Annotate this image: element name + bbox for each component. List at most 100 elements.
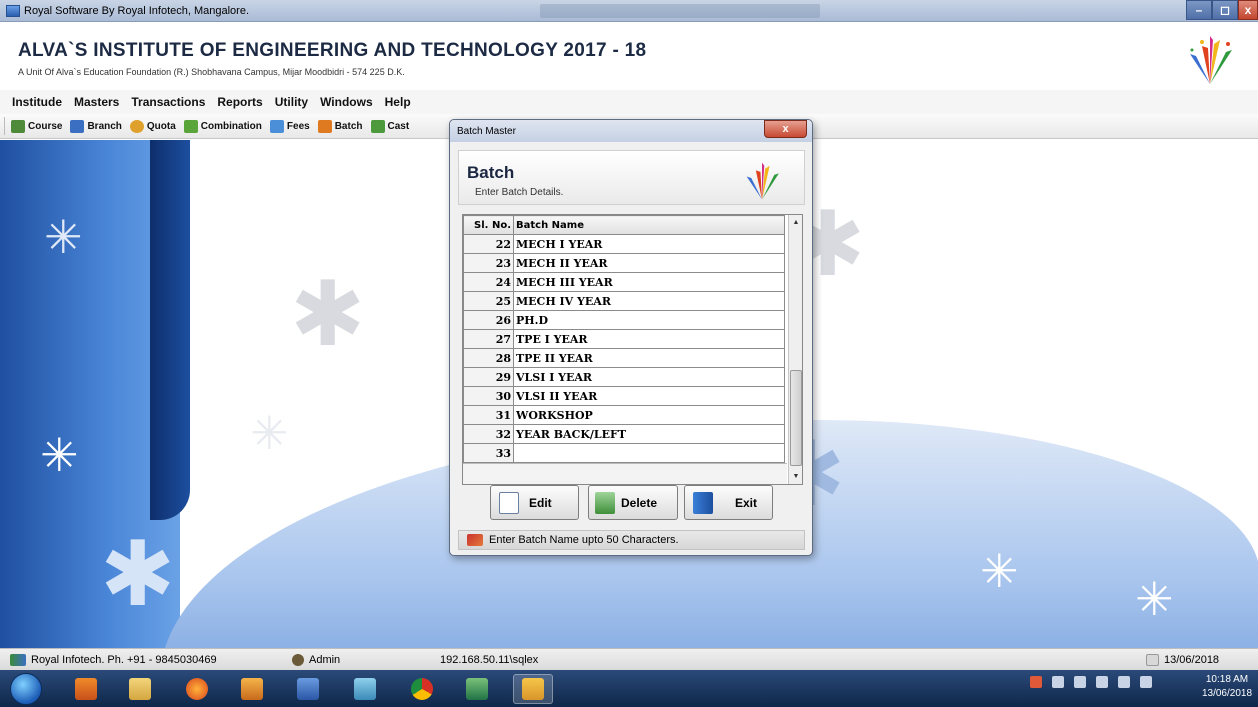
taskbar-home[interactable] [232,674,272,704]
toolbar-cast-button[interactable]: Cast [370,119,410,133]
tray-volume-icon[interactable] [1074,676,1086,688]
toolbar-combination-button[interactable]: Combination [183,119,262,133]
batch-name-cell[interactable]: WORKSHOP [513,405,785,425]
chrome-icon [411,678,433,700]
column-header-sl-no[interactable]: Sl. No. [463,215,514,235]
taskbar-chrome[interactable] [402,674,442,704]
minimize-button[interactable]: – [1186,0,1212,20]
dialog-header: Batch Enter Batch Details. [458,150,805,205]
background-sparkle: ✳ [250,407,289,459]
tray-alert-icon[interactable] [1030,676,1042,688]
media-player-icon [75,678,97,700]
taskbar-media-player[interactable] [66,674,106,704]
fireworks-logo-icon [1190,36,1232,84]
exit-button[interactable]: Exit [684,485,773,520]
batch-name-cell[interactable]: PH.D [513,310,785,330]
batch-name-cell[interactable]: YEAR BACK/LEFT [513,424,785,444]
taskbar-firefox[interactable] [177,674,217,704]
grid-vertical-scrollbar[interactable]: ▲ ▼ [788,215,802,484]
tray-network-icon[interactable] [1052,676,1064,688]
taskbar-royal-software[interactable] [513,674,553,704]
edit-button[interactable]: Edit [490,485,579,520]
window-title: Royal Software By Royal Infotech, Mangal… [24,4,250,17]
table-row[interactable]: 23 MECH II YEAR [463,253,785,273]
batch-name-cell[interactable]: MECH III YEAR [513,272,785,292]
taskbar-app[interactable] [345,674,385,704]
menu-utility[interactable]: Utility [275,95,308,109]
toolbar-grip [4,117,5,135]
user-icon [292,653,304,666]
menu-windows[interactable]: Windows [320,95,373,109]
status-date: 13/06/2018 [1164,653,1220,666]
table-row[interactable]: 26 PH.D [463,310,785,330]
dialog-close-button[interactable]: x [764,120,807,138]
table-row[interactable]: 27 TPE I YEAR [463,329,785,349]
batch-name-cell[interactable]: MECH I YEAR [513,234,785,254]
batch-name-cell[interactable]: VLSI II YEAR [513,386,785,406]
delete-button[interactable]: Delete [588,485,678,520]
menu-institude[interactable]: Institude [12,95,62,109]
sl-no-cell: 33 [463,443,514,463]
app-icon [6,4,20,17]
menu-help[interactable]: Help [385,95,411,109]
sl-no-cell: 24 [463,272,514,292]
toolbar-branch-button[interactable]: Branch [70,119,122,133]
table-row[interactable]: 24 MECH III YEAR [463,272,785,292]
clock-date: 13/06/2018 [1201,688,1253,699]
tray-monitor-icon[interactable] [1096,676,1108,688]
toolbar-quota-button[interactable]: Quota [129,119,176,133]
background-sparkle: ✳ [980,545,1019,597]
table-row[interactable]: 28 TPE II YEAR [463,348,785,368]
background-sparkle: ✳ [40,429,79,481]
table-row[interactable]: 32 YEAR BACK/LEFT [463,424,785,444]
taskbar-explorer[interactable] [120,674,160,704]
table-row[interactable]: 22 MECH I YEAR [463,234,785,254]
close-button[interactable]: x [1238,0,1258,20]
batch-grid: Sl. No. Batch Name 22 MECH I YEAR 23 MECH … [462,214,803,485]
toolbar-batch-button[interactable]: Batch [317,119,363,133]
table-row[interactable]: 29 VLSI I YEAR [463,367,785,387]
table-row[interactable]: 30 VLSI II YEAR [463,386,785,406]
scrollbar-thumb[interactable] [790,370,802,466]
institute-header: ALVA`S INSTITUTE OF ENGINEERING AND TECH… [0,22,1258,90]
batch-name-cell[interactable]: TPE I YEAR [513,329,785,349]
institute-name: ALVA`S INSTITUTE OF ENGINEERING AND TECH… [18,40,647,61]
start-button[interactable] [10,673,42,705]
column-header-batch-name[interactable]: Batch Name [513,215,785,235]
calendar-icon [1146,653,1159,666]
table-row[interactable]: 25 MECH IV YEAR [463,291,785,311]
taskbar-word[interactable] [288,674,328,704]
scroll-down-arrow-icon[interactable]: ▼ [789,469,802,484]
pencil-icon [467,534,483,546]
taskbar-clock[interactable]: 10:18 AM 13/06/2018 [1200,673,1254,701]
menu-transactions[interactable]: Transactions [131,95,205,109]
menu-masters[interactable]: Masters [74,95,119,109]
dialog-status-bar: Enter Batch Name upto 50 Characters. [458,530,805,550]
exit-button-label: Exit [735,495,758,510]
new-row[interactable]: 33 [463,443,785,463]
firefox-icon [186,678,208,700]
scroll-up-arrow-icon[interactable]: ▲ [789,215,802,230]
dialog-subheading: Enter Batch Details. [475,187,564,198]
batch-name-cell[interactable]: MECH II YEAR [513,253,785,273]
toolbar-course-button[interactable]: Course [11,119,62,133]
tray-flag-icon[interactable] [1140,676,1152,688]
batch-name-cell[interactable]: VLSI I YEAR [513,367,785,387]
toolbar-cast-label: Cast [387,120,410,132]
clock-time: 10:18 AM [1205,674,1249,685]
edit-button-label: Edit [529,495,552,510]
menu-reports[interactable]: Reports [217,95,262,109]
table-row[interactable]: 31 WORKSHOP [463,405,785,425]
dialog-caption: Batch Master [457,126,516,137]
taskbar-excel[interactable] [457,674,497,704]
batch-name-cell[interactable]: TPE II YEAR [513,348,785,368]
maximize-button[interactable]: ◻ [1212,0,1238,20]
server-name: 192.168.50.11\sqlex [440,653,539,666]
toolbar-quota-label: Quota [146,120,176,132]
batch-master-dialog: Batch Master x Batch Enter Batch Details… [449,119,813,556]
tray-app-icon[interactable] [1118,676,1130,688]
toolbar-fees-button[interactable]: Fees [269,119,310,133]
batch-name-input-cell[interactable] [513,443,785,463]
batch-name-cell[interactable]: MECH IV YEAR [513,291,785,311]
notes-icon [354,678,376,700]
